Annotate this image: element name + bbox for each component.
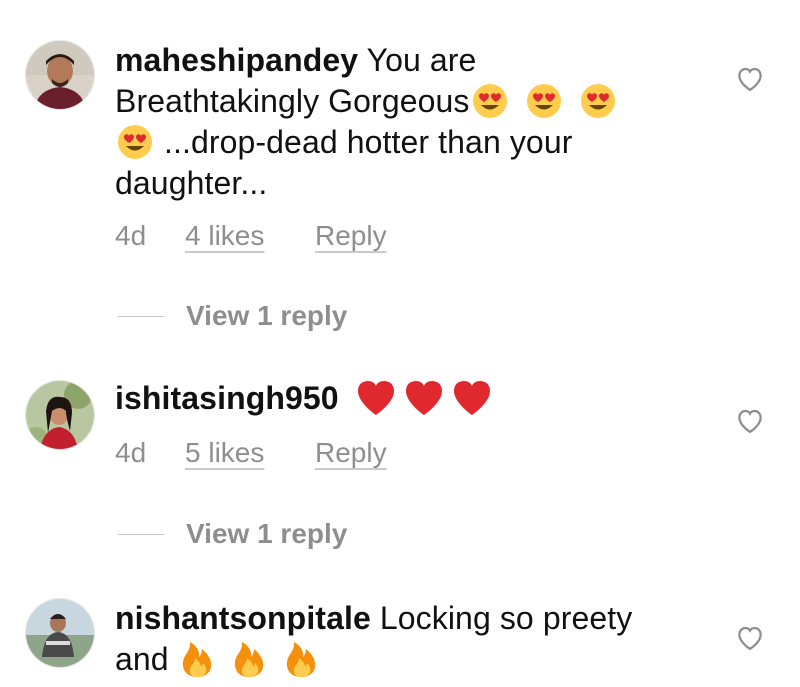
- like-heart-icon[interactable]: [735, 406, 765, 434]
- comment-text-part: You are: [358, 42, 477, 78]
- comment-text-part: daughter...: [115, 165, 268, 201]
- reply-button[interactable]: Reply: [315, 220, 387, 252]
- heart-eyes-emoji: [578, 81, 618, 121]
- avatar[interactable]: [25, 380, 95, 450]
- comment-username[interactable]: nishantsonpitale: [115, 600, 371, 636]
- red-heart-emoji: [355, 378, 397, 418]
- fire-emoji: [178, 639, 216, 679]
- comment-time: 4d: [115, 220, 147, 251]
- comment-time: 4d: [115, 437, 147, 468]
- likes-count-link[interactable]: 5 likes: [185, 437, 315, 469]
- like-heart-icon[interactable]: [735, 64, 765, 92]
- comment-text-part: and: [115, 641, 178, 677]
- divider-line: [118, 533, 164, 535]
- comment-text-part: Locking so preety: [370, 600, 633, 636]
- red-heart-emoji: [451, 378, 493, 418]
- comment-meta: 4d 5 likes Reply: [115, 437, 387, 469]
- fire-emoji: [230, 639, 268, 679]
- divider-line: [118, 315, 164, 317]
- heart-eyes-emoji: [115, 122, 155, 162]
- comment-username[interactable]: ishitasingh950: [115, 380, 339, 416]
- view-replies-button[interactable]: View 1 reply: [118, 518, 347, 550]
- comment-body: maheshipandey You are Breathtakingly Gor…: [115, 40, 675, 204]
- comment-body: nishantsonpitale Locking so preety and: [115, 598, 675, 680]
- reply-button[interactable]: Reply: [315, 437, 387, 469]
- comment-meta: 4d 4 likes Reply: [115, 220, 387, 252]
- view-replies-label: View 1 reply: [186, 300, 348, 331]
- red-heart-emoji: [403, 378, 445, 418]
- like-heart-icon[interactable]: [735, 623, 765, 651]
- view-replies-button[interactable]: View 1 reply: [118, 300, 347, 332]
- view-replies-label: View 1 reply: [186, 518, 348, 549]
- avatar[interactable]: [25, 40, 95, 110]
- heart-eyes-emoji: [470, 81, 510, 121]
- fire-emoji: [282, 639, 320, 679]
- comment-text-part: ...drop-dead hotter than your: [155, 124, 573, 160]
- heart-eyes-emoji: [524, 81, 564, 121]
- comment-text-part: Breathtakingly Gorgeous: [115, 83, 470, 119]
- comment-username[interactable]: maheshipandey: [115, 42, 358, 78]
- comment-body: ishitasingh950: [115, 378, 675, 419]
- likes-count-link[interactable]: 4 likes: [185, 220, 315, 252]
- avatar[interactable]: [25, 598, 95, 668]
